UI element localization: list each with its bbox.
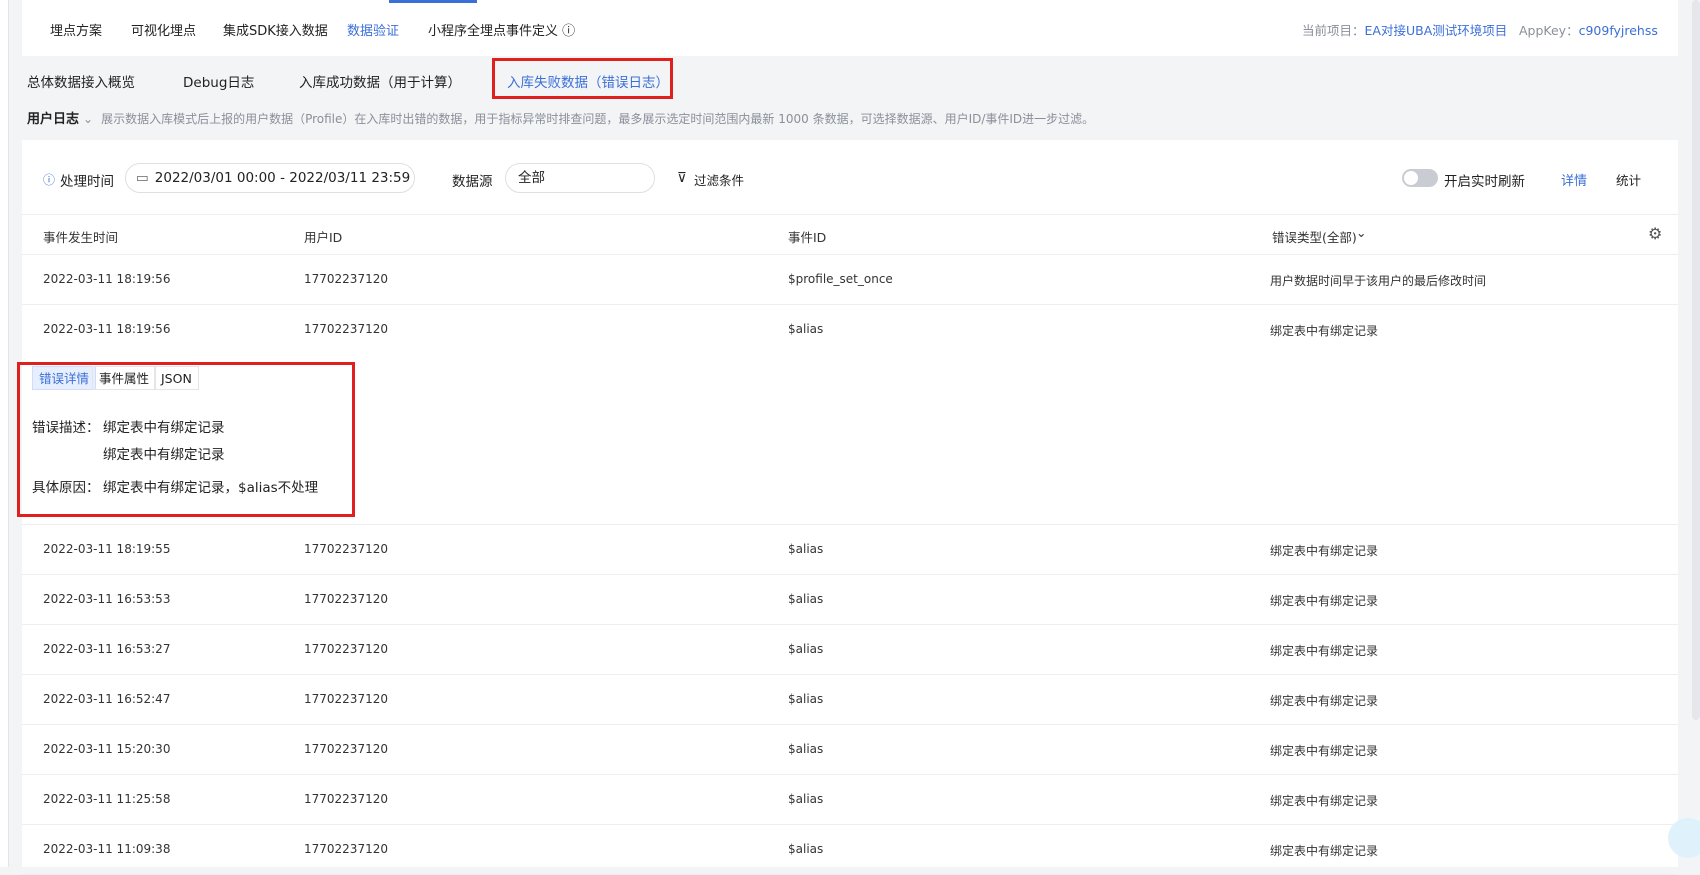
cell-user-id: 17702237120 (304, 742, 388, 756)
cell-event-time: 2022-03-11 16:53:53 (43, 592, 171, 606)
subtab-overview[interactable]: 总体数据接入概览 (27, 71, 135, 91)
nav-item-visual-tracking[interactable]: 可视化埋点 (131, 20, 196, 39)
cell-user-id: 17702237120 (304, 842, 388, 856)
date-range-value: 2022/03/01 00:00 - 2022/03/11 23:59 (154, 170, 411, 186)
left-edge (0, 0, 9, 867)
description-line: 用户日志 ⌄ 展示数据入库模式后上报的用户数据（Profile）在入库时出错的数据，… (27, 108, 1094, 127)
cell-event-time: 2022-03-11 16:53:27 (43, 642, 171, 656)
cell-user-id: 17702237120 (304, 322, 388, 336)
filter-icon[interactable]: ⊽ (677, 170, 687, 186)
info-icon: ⓘ (43, 173, 56, 187)
cell-event-id: $alias (788, 842, 824, 856)
table-row[interactable]: 2022-03-11 18:19:55 17702237120 $alias 绑定表中… (22, 524, 1678, 575)
help-assistant-icon[interactable] (1668, 818, 1700, 858)
cell-error-type: 绑定表中有绑定记录 (1270, 844, 1379, 858)
table-header: 事件发生时间 用户ID 事件ID 错误类型(全部) ⌄ ⚙ (22, 214, 1678, 255)
cell-event-id: $alias (788, 642, 824, 656)
filter-bar: ⓘ 处理时间 ▭ 2022/03/01 00:00 - 2022/03/11 23… (22, 140, 1678, 215)
source-label: 数据源 (452, 174, 493, 190)
table-row[interactable]: 2022-03-11 16:52:47 17702237120 $alias 绑定表中… (22, 674, 1678, 725)
detail-link[interactable]: 详情 (1561, 170, 1587, 189)
scrollbar[interactable] (1692, 0, 1700, 720)
chevron-down-icon[interactable]: ⌄ (1356, 225, 1366, 240)
cell-event-id: $alias (788, 742, 824, 756)
table-row[interactable]: 2022-03-11 15:20:30 17702237120 $alias 绑定表中… (22, 724, 1678, 775)
cell-event-id: $alias (788, 542, 824, 556)
cell-event-id: $alias (788, 692, 824, 706)
date-range-picker[interactable]: ▭ 2022/03/01 00:00 - 2022/03/11 23:59 (125, 163, 415, 193)
cell-event-time: 2022-03-11 15:20:30 (43, 742, 171, 756)
col-event-id: 事件ID (788, 230, 827, 245)
cell-user-id: 17702237120 (304, 642, 388, 656)
table-row[interactable]: 2022-03-11 11:09:38 17702237120 $alias 绑定表中… (22, 824, 1678, 875)
cell-error-type: 绑定表中有绑定记录 (1270, 794, 1379, 808)
cell-error-type: 绑定表中有绑定记录 (1270, 544, 1379, 558)
table-row[interactable]: 2022-03-11 16:53:53 17702237120 $alias 绑定表中… (22, 574, 1678, 625)
stats-link[interactable]: 统计 (1616, 170, 1641, 189)
cell-event-time: 2022-03-11 16:52:47 (43, 692, 171, 706)
cell-error-type: 用户数据时间早于该用户的最后修改时间 (1270, 274, 1487, 288)
cell-event-time: 2022-03-11 18:19:55 (43, 542, 171, 556)
nav-item-miniprogram[interactable]: 小程序全埋点事件定义 ⓘ (428, 20, 575, 39)
calendar-icon: ▭ (136, 170, 149, 186)
col-user-id: 用户ID (304, 230, 343, 245)
cell-user-id: 17702237120 (304, 272, 388, 286)
settings-gear-icon[interactable]: ⚙ (1648, 224, 1662, 243)
cell-error-type: 绑定表中有绑定记录 (1270, 744, 1379, 758)
project-name[interactable]: EA对接UBA测试环境项目 (1365, 23, 1508, 38)
cell-event-time: 2022-03-11 18:19:56 (43, 272, 171, 286)
time-label: 处理时间 (60, 174, 114, 190)
highlight-box-error-detail (17, 362, 355, 517)
top-nav: 埋点方案 可视化埋点 集成SDK接入数据 数据验证 小程序全埋点事件定义 ⓘ 当… (22, 0, 1678, 56)
subtab-success-data[interactable]: 入库成功数据（用于计算） (299, 71, 461, 91)
user-log-selector[interactable]: 用户日志 (27, 112, 79, 127)
cell-event-id: $alias (788, 592, 824, 606)
filter-conditions-button[interactable]: 过滤条件 (694, 170, 744, 189)
cell-error-type: 绑定表中有绑定记录 (1270, 324, 1379, 338)
realtime-refresh-label: 开启实时刷新 (1444, 174, 1525, 190)
table-row[interactable]: 2022-03-11 16:53:27 17702237120 $alias 绑定表中… (22, 624, 1678, 675)
nav-item-tracking-plan[interactable]: 埋点方案 (50, 20, 102, 39)
appkey-info: AppKey：c909fyjrehss (1519, 23, 1658, 38)
realtime-refresh-toggle[interactable] (1402, 169, 1438, 187)
project-info: 当前项目：EA对接UBA测试环境项目 (1302, 23, 1508, 38)
cell-event-id: $alias (788, 322, 824, 336)
appkey-value: c909fyjrehss (1578, 23, 1658, 38)
table-row[interactable]: 2022-03-11 18:19:56 17702237120 $profile_s… (22, 254, 1678, 305)
cell-user-id: 17702237120 (304, 792, 388, 806)
col-event-time: 事件发生时间 (43, 230, 119, 245)
description-text: 展示数据入库模式后上报的用户数据（Profile）在入库时出错的数据，用于指标异… (101, 112, 1095, 126)
cell-error-type: 绑定表中有绑定记录 (1270, 594, 1379, 608)
cell-event-time: 2022-03-11 11:09:38 (43, 842, 171, 856)
nav-item-data-validation[interactable]: 数据验证 (347, 20, 399, 39)
cell-user-id: 17702237120 (304, 592, 388, 606)
nav-item-sdk[interactable]: 集成SDK接入数据 (223, 20, 328, 39)
cell-user-id: 17702237120 (304, 692, 388, 706)
cell-user-id: 17702237120 (304, 542, 388, 556)
cell-event-time: 2022-03-11 11:25:58 (43, 792, 171, 806)
highlight-box-failed-tab (492, 58, 673, 99)
cell-event-id: $alias (788, 792, 824, 806)
cell-error-type: 绑定表中有绑定记录 (1270, 694, 1379, 708)
cell-event-id: $profile_set_once (788, 272, 893, 286)
col-error-type[interactable]: 错误类型(全部) (1272, 227, 1357, 246)
cell-error-type: 绑定表中有绑定记录 (1270, 644, 1379, 658)
table-row[interactable]: 2022-03-11 11:25:58 17702237120 $alias 绑定表中… (22, 774, 1678, 825)
cell-event-time: 2022-03-11 18:19:56 (43, 322, 171, 336)
source-select[interactable]: 全部 (505, 163, 655, 193)
table-row[interactable]: 2022-03-11 18:19:56 17702237120 $alias 绑定表中… (22, 304, 1678, 355)
active-tab-indicator (389, 0, 477, 3)
chevron-down-icon[interactable]: ⌄ (83, 112, 93, 126)
subtab-debug-log[interactable]: Debug日志 (183, 71, 254, 91)
